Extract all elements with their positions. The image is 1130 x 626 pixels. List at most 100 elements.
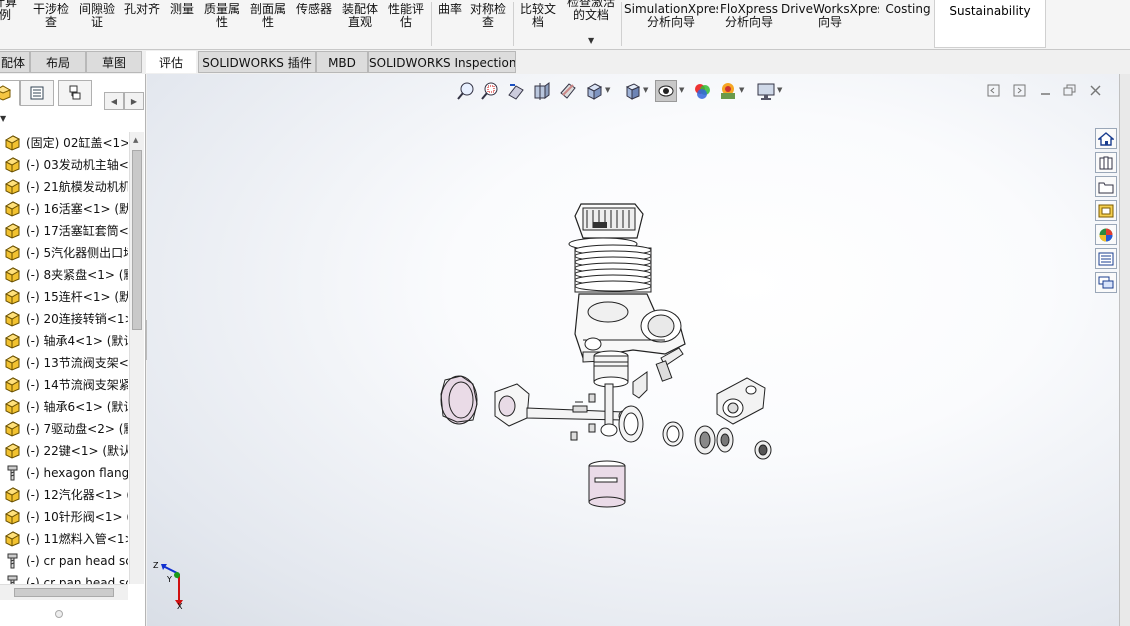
zoom-to-area-button[interactable] — [479, 80, 501, 102]
close-icon[interactable] — [1087, 82, 1103, 98]
screw-icon — [7, 553, 18, 569]
apply-scene-button[interactable] — [717, 80, 739, 102]
ribbon-button-curvature[interactable]: 曲率 — [435, 3, 465, 43]
tree-item[interactable]: (-) cr pan head sc — [0, 550, 128, 572]
edit-appearance-button[interactable] — [691, 80, 713, 102]
ribbon-button-symmetry-check[interactable]: 对称检查 — [467, 3, 509, 43]
home-icon — [1098, 131, 1114, 146]
panel-scroll-left-button[interactable]: ◀ — [104, 92, 124, 110]
chevron-down-icon[interactable]: ▼ — [643, 86, 648, 94]
property-manager-tab[interactable] — [20, 80, 54, 106]
ribbon-button-assemblyxpert[interactable]: 装配体 直观 — [339, 3, 381, 43]
tree-item[interactable]: (-) 13节流阀支架<1> — [0, 352, 128, 374]
custom-properties-tab[interactable] — [1095, 248, 1117, 269]
ribbon-button-simulationxpress[interactable]: SimulationXpress 分析向导 — [624, 3, 718, 43]
ribbon-button-mass-properties[interactable]: 质量属性 — [201, 3, 243, 43]
exploded-engine-model[interactable] — [433, 194, 783, 524]
section-view-button[interactable] — [531, 80, 553, 102]
ribbon-button-sustainability[interactable]: Sustainability — [934, 0, 1046, 48]
tree-item[interactable]: (-) 16活塞<1> (默认 — [0, 198, 128, 220]
view-settings-button[interactable] — [755, 80, 777, 102]
ribbon-button-performance-evaluation[interactable]: 性能评估 — [385, 3, 427, 43]
tree-item[interactable]: (-) hexagon flange — [0, 462, 128, 484]
ribbon-button-hole-alignment[interactable]: 孔对齐 — [121, 3, 163, 43]
tree-item[interactable]: (-) 轴承4<1> (默认 — [0, 330, 128, 352]
configuration-manager-tab[interactable] — [58, 80, 92, 106]
tree-item[interactable]: (-) 14节流阀支架紧 — [0, 374, 128, 396]
tree-item[interactable]: (-) 10针形阀<1> (默 — [0, 506, 128, 528]
panel-resize-handle[interactable] — [55, 610, 63, 618]
feature-manager-tab[interactable] — [0, 80, 20, 106]
ribbon-button-interference-detection[interactable]: 干涉检查 — [30, 3, 72, 43]
tile-left-icon[interactable] — [985, 82, 1001, 98]
tree-item[interactable]: (-) 15连杆<1> (默认 — [0, 286, 128, 308]
chevron-down-icon[interactable]: ▼ — [739, 86, 744, 94]
view-palette-tab[interactable] — [1095, 200, 1117, 221]
tree-item[interactable]: (-) 17活塞缸套筒<1> — [0, 220, 128, 242]
tree-item[interactable]: (-) 03发动机主轴<1> — [0, 154, 128, 176]
tree-item[interactable]: (-) 12汽化器<1> (默 — [0, 484, 128, 506]
tab-solidworks-addins[interactable]: SOLIDWORKS 插件 — [198, 51, 316, 73]
tree-item[interactable]: (-) cr pan head sc — [0, 572, 128, 584]
ribbon-button-driveworksxpress[interactable]: DriveWorksXpress向导 — [781, 3, 879, 43]
zoom-to-fit-button[interactable] — [455, 80, 477, 102]
chevron-down-icon[interactable]: ▼ — [588, 36, 594, 45]
tab-layout[interactable]: 布局 — [30, 51, 86, 73]
hide-show-items-button[interactable] — [655, 80, 677, 102]
ribbon-button-check-active-document[interactable]: 检查激活 的文档 — [563, 0, 619, 36]
tile-right-icon[interactable] — [1011, 82, 1027, 98]
tab-mbd[interactable]: MBD — [316, 51, 368, 73]
chevron-down-icon[interactable]: ▼ — [679, 86, 684, 94]
design-library-tab[interactable] — [1095, 152, 1117, 173]
tree-item[interactable]: (-) 7驱动盘<2> (默认 — [0, 418, 128, 440]
scrollbar-thumb[interactable] — [14, 588, 114, 597]
ribbon-button-clearance-verification[interactable]: 间隙验证 — [75, 3, 119, 43]
solidworks-resources-tab[interactable] — [1095, 128, 1117, 149]
view-palette-icon — [1098, 204, 1114, 217]
graphics-area[interactable]: ▼ ▼ ▼ ▼ ▼ Z Y X — [147, 74, 1119, 626]
tree-item[interactable]: (-) 21航模发动机机体 — [0, 176, 128, 198]
previous-view-button[interactable] — [505, 80, 527, 102]
file-explorer-tab[interactable] — [1095, 176, 1117, 197]
tree-item[interactable]: (固定) 02缸盖<1> — [0, 132, 128, 154]
minimize-icon[interactable] — [1037, 82, 1053, 98]
dynamic-annotation-button[interactable] — [557, 80, 579, 102]
scene-icon — [721, 83, 735, 99]
ribbon-button-measure[interactable]: 测量 — [167, 3, 197, 43]
tree-vertical-scrollbar[interactable]: ▲ — [129, 132, 144, 584]
display-style-button[interactable] — [621, 80, 643, 102]
scroll-up-icon[interactable]: ▲ — [133, 136, 138, 144]
ribbon-button-calculator[interactable]: 计算例 — [0, 0, 20, 36]
tree-horizontal-scrollbar[interactable] — [0, 584, 128, 600]
ribbon-button-costing[interactable]: Costing — [882, 3, 934, 43]
tab-assembly[interactable]: 配体 — [0, 51, 30, 73]
task-pane-strip[interactable] — [1119, 74, 1130, 626]
configuration-icon — [69, 85, 81, 100]
tab-evaluate[interactable]: 评估 — [146, 51, 196, 73]
property-manager-icon — [30, 86, 44, 100]
ribbon-button-compare-documents[interactable]: 比较文档 — [517, 3, 559, 43]
appearances-tab[interactable] — [1095, 224, 1117, 245]
tree-item[interactable]: (-) 22键<1> (默认 — [0, 440, 128, 462]
view-orientation-button[interactable] — [583, 80, 605, 102]
scrollbar-thumb[interactable] — [132, 150, 142, 330]
ribbon-button-floxpress[interactable]: FloXpress 分析向导 — [720, 3, 778, 43]
tree-item[interactable]: (-) 11燃料入管<1> — [0, 528, 128, 550]
tree-item[interactable]: (-) 20连接转销<1> — [0, 308, 128, 330]
forum-tab[interactable] — [1095, 272, 1117, 293]
chevron-down-icon[interactable]: ▼ — [777, 86, 782, 94]
ribbon-button-section-properties[interactable]: 剖面属性 — [247, 3, 289, 43]
tree-item[interactable]: (-) 轴承6<1> (默认 — [0, 396, 128, 418]
restore-icon[interactable] — [1061, 82, 1077, 98]
panel-scroll-right-button[interactable]: ▶ — [124, 92, 144, 110]
ribbon-button-sensor[interactable]: 传感器 — [293, 3, 335, 43]
chevron-down-icon[interactable]: ▼ — [605, 86, 610, 94]
part-icon — [4, 531, 21, 547]
tree-item[interactable]: (-) 5汽化器侧出口堵 — [0, 242, 128, 264]
tree-filter-chevron-icon[interactable]: ▼ — [0, 114, 6, 123]
carburetor-part — [716, 377, 766, 425]
tree-item[interactable]: (-) 8夹紧盘<1> (默认 — [0, 264, 128, 286]
tab-sketch[interactable]: 草图 — [86, 51, 142, 73]
drive-washer-part — [694, 425, 772, 460]
tab-solidworks-inspection[interactable]: SOLIDWORKS Inspection — [368, 51, 516, 73]
